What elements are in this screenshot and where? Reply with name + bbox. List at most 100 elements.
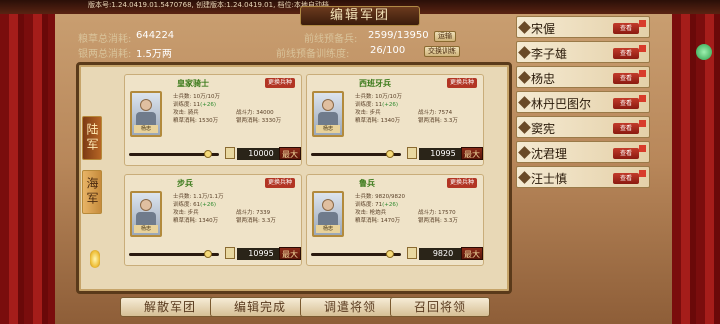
finish-edit-button[interactable]: 编辑完成	[210, 297, 310, 317]
disband-legion-button[interactable]: 解散军团	[120, 297, 220, 317]
info-row: 攻击: 步兵 战斗力: 7574	[355, 109, 481, 117]
slider-knob[interactable]	[386, 150, 395, 158]
info-cell	[418, 101, 481, 109]
info-row: 训练度: 11(+26)	[173, 101, 299, 109]
general-portrait[interactable]: 杨忠	[130, 191, 162, 237]
view-general-button[interactable]: 查看	[613, 73, 639, 84]
roster-item[interactable]: 窦宪 查看	[516, 116, 650, 138]
dispatch-general-button[interactable]: 调遣将领	[300, 297, 400, 317]
info-row: 粮草消耗: 1470万 银两消耗: 3.3万	[355, 217, 481, 225]
info-row: 士兵数: 9820/9820	[355, 193, 481, 201]
info-cell: 士兵数: 10万/10万	[355, 94, 402, 100]
silver-total-label: 银两总消耗:	[78, 49, 132, 60]
info-row: 士兵数: 1.1万/1.1万	[173, 193, 299, 201]
info-cell	[236, 201, 299, 209]
general-portrait[interactable]: 杨忠	[312, 191, 344, 237]
slider-knob[interactable]	[204, 150, 213, 158]
troop-count: 10995	[237, 248, 285, 260]
unit-info: 士兵数: 10万/10万 训练度: 11(+26) 攻击: 骑兵 战斗力: 34000…	[173, 93, 299, 125]
unit-info: 士兵数: 9820/9820 训练度: 71(+26) 攻击: 枪炮兵 战斗力: 17…	[355, 193, 481, 225]
front-reserve-value: 2599/13950	[368, 30, 429, 41]
troop-slider[interactable]	[129, 150, 219, 158]
troop-count: 9820	[419, 248, 467, 260]
flag-icon	[639, 20, 646, 27]
diamond-icon	[518, 21, 531, 34]
swap-unit-button[interactable]: 更换兵种	[446, 178, 477, 188]
gem-icon[interactable]	[696, 44, 712, 60]
roster-item[interactable]: 宋偓 查看	[516, 16, 650, 38]
diamond-icon	[518, 121, 531, 134]
info-cell	[236, 93, 299, 101]
view-general-button[interactable]: 查看	[613, 48, 639, 59]
transport-button[interactable]: 运输	[434, 31, 456, 42]
general-portrait[interactable]: 杨忠	[312, 91, 344, 137]
max-button[interactable]: 最大	[461, 147, 483, 160]
general-portrait[interactable]: 杨忠	[130, 91, 162, 137]
swap-unit-button[interactable]: 更换兵种	[264, 78, 295, 88]
info-cell: 训练度: 61(+26)	[173, 202, 217, 208]
roster-item[interactable]: 李子雄 查看	[516, 41, 650, 63]
troop-count: 10995	[419, 148, 467, 160]
troop-slider[interactable]	[311, 150, 401, 158]
tab-army[interactable]: 陆军	[82, 116, 102, 160]
stats-row-1: 粮草总消耗: 644224 前线预备兵: 2599/13950 运输	[78, 30, 510, 45]
roster-item[interactable]: 沈君理 查看	[516, 141, 650, 163]
branch-tabs: 陆军 海军	[82, 66, 102, 290]
info-cell: 粮草消耗: 1530万	[173, 118, 219, 124]
swap-unit-button[interactable]: 更换兵种	[446, 78, 477, 88]
game-screen: 版本号:1.24.0419.01.5470768, 创建版本:1.24.0419…	[0, 0, 720, 324]
portrait-tag: 杨忠	[316, 125, 340, 133]
slider-knob[interactable]	[386, 250, 395, 258]
swap-unit-button[interactable]: 更换兵种	[264, 178, 295, 188]
general-name: 汪士慎	[531, 172, 568, 186]
portrait-tag: 杨忠	[134, 225, 158, 233]
max-button[interactable]: 最大	[279, 247, 301, 260]
left-curtain	[0, 0, 55, 324]
unit-name: 鲁兵	[359, 179, 375, 188]
info-row: 训练度: 61(+26)	[173, 201, 299, 209]
view-general-button[interactable]: 查看	[613, 123, 639, 134]
info-row: 攻击: 枪炮兵 战斗力: 17570	[355, 209, 481, 217]
unit-name: 皇家骑士	[177, 79, 209, 88]
view-general-button[interactable]: 查看	[613, 98, 639, 109]
stats-panel: 粮草总消耗: 644224 前线预备兵: 2599/13950 运输 银两总消耗…	[78, 30, 510, 60]
stats-row-2: 银两总消耗: 1.5万两 前线预备训练度: 26/100 交换训练	[78, 45, 510, 60]
info-cell	[236, 101, 299, 109]
info-row: 粮草消耗: 1340万 银两消耗: 3.3万	[355, 117, 481, 125]
roster-item[interactable]: 林丹巴图尔 查看	[516, 91, 650, 113]
portrait-head-icon	[322, 99, 334, 111]
info-cell: 战斗力: 17570	[418, 210, 456, 216]
info-cell: 战斗力: 7339	[236, 210, 271, 216]
troop-slider[interactable]	[129, 250, 219, 258]
info-row: 士兵数: 10万/10万	[173, 93, 299, 101]
info-row: 粮草消耗: 1340万 银两消耗: 3.3万	[173, 217, 299, 225]
info-row: 攻击: 步兵 战斗力: 7339	[173, 209, 299, 217]
troop-slider[interactable]	[311, 250, 401, 258]
portrait-head-icon	[140, 199, 152, 211]
front-training-label: 前线预备训练度:	[276, 49, 350, 60]
info-row: 攻击: 骑兵 战斗力: 34000	[173, 109, 299, 117]
max-button[interactable]: 最大	[279, 147, 301, 160]
info-cell: 士兵数: 1.1万/1.1万	[173, 194, 224, 200]
info-cell: 攻击: 步兵	[173, 210, 199, 216]
diamond-icon	[518, 71, 531, 84]
max-button[interactable]: 最大	[461, 247, 483, 260]
portrait-tag: 杨忠	[316, 225, 340, 233]
general-roster: 宋偓 查看 李子雄 查看 杨忠 查看 林丹巴图尔 查看 窦宪 查看 沈君理 查看…	[516, 16, 650, 196]
portrait-head-icon	[140, 99, 152, 111]
view-general-button[interactable]: 查看	[613, 173, 639, 184]
info-row: 粮草消耗: 1530万 银两消耗: 3330万	[173, 117, 299, 125]
recall-general-button[interactable]: 召回将领	[390, 297, 490, 317]
tab-navy[interactable]: 海军	[82, 170, 102, 214]
roster-item[interactable]: 汪士慎 查看	[516, 166, 650, 188]
change-training-button[interactable]: 交换训练	[424, 46, 460, 57]
general-name: 窦宪	[531, 122, 556, 136]
view-general-button[interactable]: 查看	[613, 148, 639, 159]
view-general-button[interactable]: 查看	[613, 23, 639, 34]
grain-icon	[407, 147, 417, 159]
unit-card: 鲁兵 更换兵种 杨忠 士兵数: 9820/9820 训练度: 71(+26) 攻击:…	[306, 174, 484, 266]
slider-knob[interactable]	[204, 250, 213, 258]
roster-item[interactable]: 杨忠 查看	[516, 66, 650, 88]
silver-total-value: 1.5万两	[136, 49, 172, 60]
info-cell: 银两消耗: 3.3万	[418, 218, 458, 224]
